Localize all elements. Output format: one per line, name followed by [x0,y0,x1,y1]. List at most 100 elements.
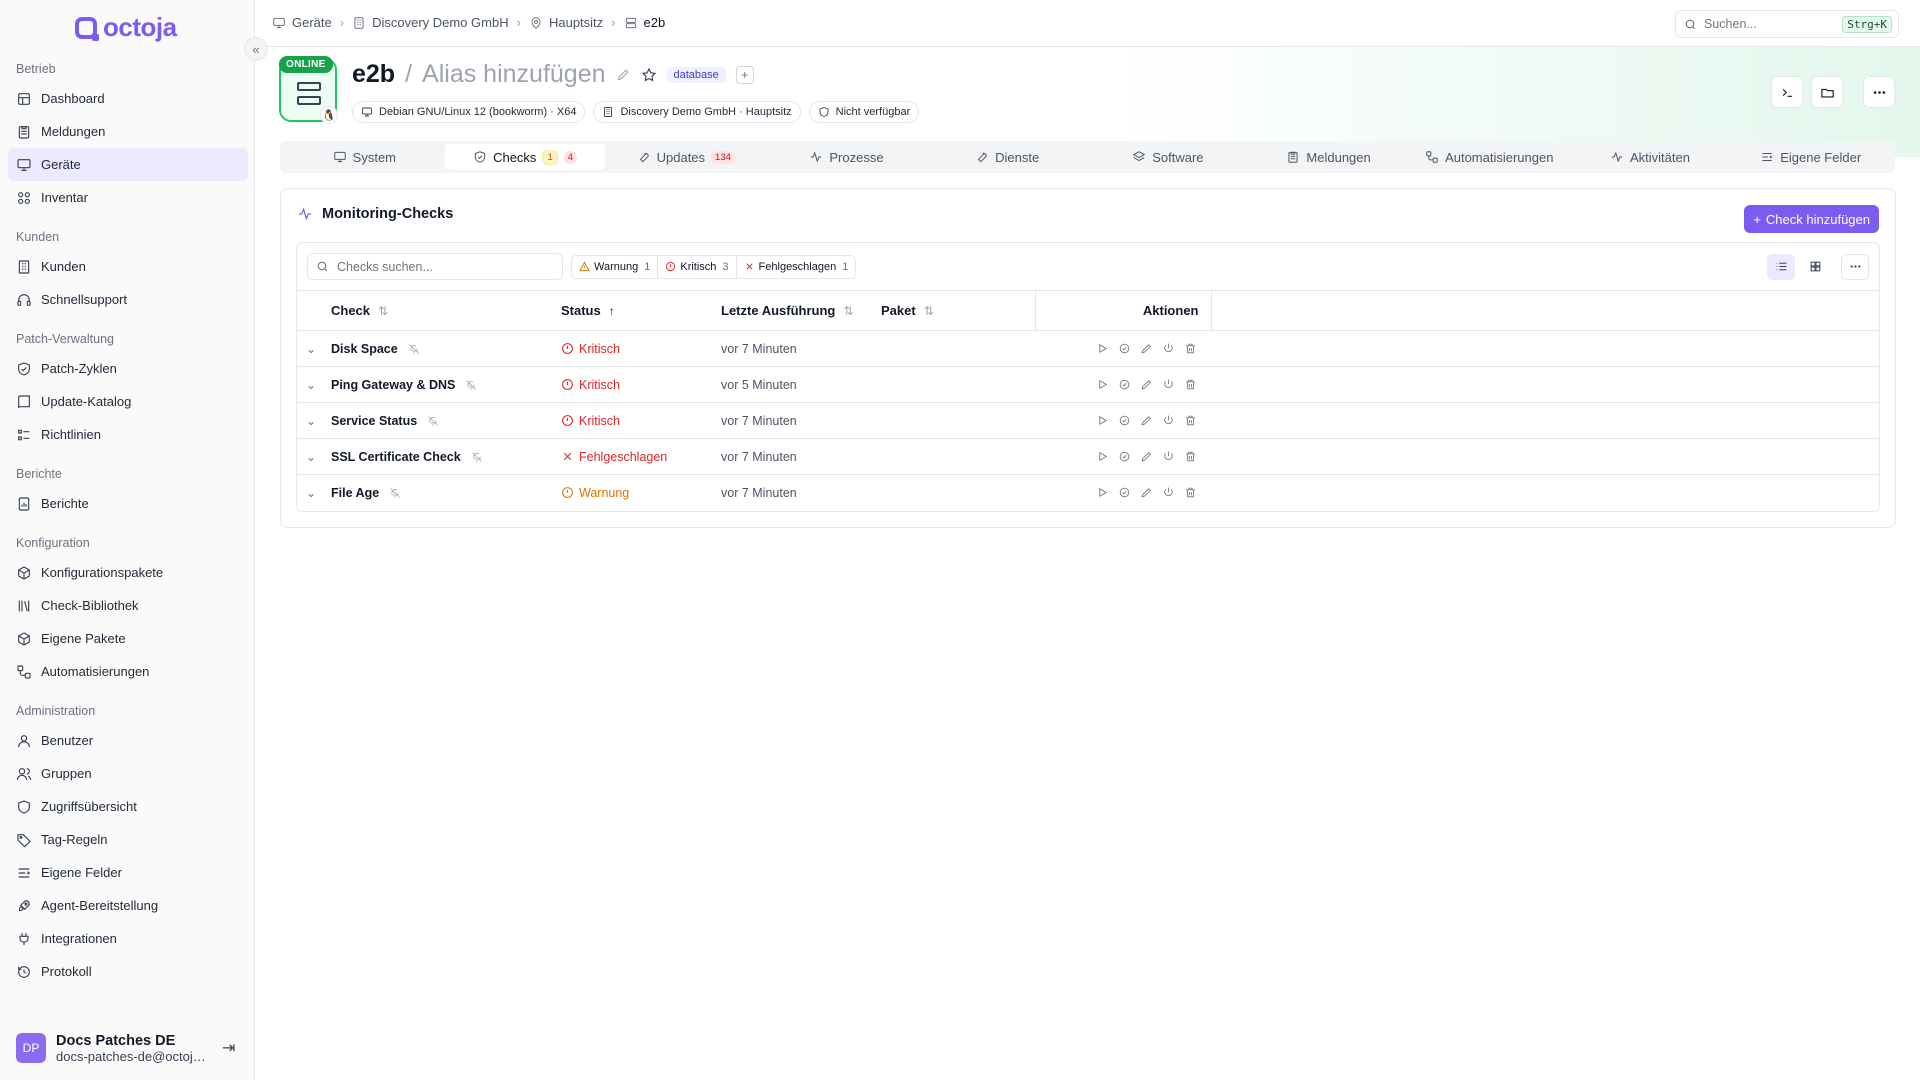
power-icon[interactable] [1162,342,1175,355]
sidebar-item-update-katalog[interactable]: Update-Katalog [8,385,248,418]
sidebar-item-integrationen[interactable]: Integrationen [8,922,248,955]
tab-checks[interactable]: Checks 1 4 [444,144,606,170]
sidebar-item-eigene-felder[interactable]: Eigene Felder [8,856,248,889]
bell-off-icon[interactable] [465,379,477,391]
table-options-button[interactable] [1841,253,1869,280]
edit-alias-icon[interactable] [616,67,631,82]
column-package[interactable]: Paket ⇅ [875,290,1036,331]
table-row[interactable]: ⌄ Disk Space Kritisch vor 7 Minuten [297,330,1879,367]
tab-software[interactable]: Software [1088,144,1249,170]
sidebar-item-kunden[interactable]: Kunden [8,250,248,283]
device-info-chip[interactable]: Nicht verfügbar [808,101,920,123]
edit-icon[interactable] [1140,486,1153,499]
checks-search-input[interactable] [337,259,537,274]
bell-off-icon[interactable] [408,343,420,355]
favorite-star-icon[interactable] [641,67,657,83]
collapse-sidebar-button[interactable]: « [244,37,268,61]
sort-icon[interactable]: ⇅ [924,304,934,318]
device-tag[interactable]: database [666,66,726,83]
device-info-chip[interactable]: Debian GNU/Linux 12 (bookworm) · X64 [352,101,586,123]
run-check-icon[interactable] [1096,414,1109,427]
acknowledge-icon[interactable] [1118,414,1131,427]
add-check-button[interactable]: + Check hinzufügen [1744,205,1879,233]
tab-aktivitäten[interactable]: Aktivitäten [1570,144,1731,170]
run-check-icon[interactable] [1096,378,1109,391]
tab-prozesse[interactable]: Prozesse [766,144,927,170]
edit-icon[interactable] [1140,342,1153,355]
power-icon[interactable] [1162,450,1175,463]
tab-dienste[interactable]: Dienste [927,144,1088,170]
bell-off-icon[interactable] [389,487,401,499]
tab-system[interactable]: System [284,144,445,170]
table-row[interactable]: ⌄ SSL Certificate Check Fehlgeschlagen v… [297,438,1879,475]
bell-off-icon[interactable] [427,415,439,427]
sidebar-item-zugriffsübersicht[interactable]: Zugriffsübersicht [8,790,248,823]
sort-icon[interactable]: ⇅ [843,304,853,318]
acknowledge-icon[interactable] [1118,342,1131,355]
edit-icon[interactable] [1140,378,1153,391]
column-status[interactable]: Status ↑ [555,290,715,331]
checks-search[interactable] [307,253,563,280]
column-check[interactable]: Check ⇅ [325,290,555,331]
power-icon[interactable] [1162,486,1175,499]
list-view-button[interactable] [1767,253,1795,280]
more-actions-button[interactable] [1863,76,1895,108]
expand-chevron-icon[interactable]: ⌄ [297,438,325,475]
sidebar-item-patch-zyklen[interactable]: Patch-Zyklen [8,352,248,385]
sidebar-item-check-bibliothek[interactable]: Check-Bibliothek [8,589,248,622]
tab-meldungen[interactable]: Meldungen [1248,144,1409,170]
delete-icon[interactable] [1184,342,1197,355]
sidebar-item-benutzer[interactable]: Benutzer [8,724,248,757]
sidebar-item-dashboard[interactable]: Dashboard [8,82,248,115]
breadcrumb-item[interactable]: Geräte [272,15,332,30]
sidebar-item-geräte[interactable]: Geräte [8,148,248,181]
expand-chevron-icon[interactable]: ⌄ [297,366,325,403]
delete-icon[interactable] [1184,486,1197,499]
filter-kritisch[interactable]: Kritisch 3 [658,255,737,278]
sidebar-item-inventar[interactable]: Inventar [8,181,248,214]
expand-chevron-icon[interactable]: ⌄ [297,402,325,439]
breadcrumb-item[interactable]: Hauptsitz [529,15,603,30]
table-row[interactable]: ⌄ Service Status Kritisch vor 7 Minuten [297,402,1879,439]
sidebar-item-gruppen[interactable]: Gruppen [8,757,248,790]
sidebar-item-richtlinien[interactable]: Richtlinien [8,418,248,451]
edit-icon[interactable] [1140,414,1153,427]
add-tag-button[interactable]: + [735,65,754,84]
user-profile[interactable]: DP Docs Patches DE docs-patches-de@octoj… [16,1030,246,1066]
run-check-icon[interactable] [1096,342,1109,355]
grid-view-button[interactable] [1801,254,1829,280]
acknowledge-icon[interactable] [1118,378,1131,391]
device-info-chip[interactable]: Discovery Demo GmbH · Hauptsitz [593,101,801,123]
sidebar-item-konfigurationspakete[interactable]: Konfigurationspakete [8,556,248,589]
acknowledge-icon[interactable] [1118,486,1131,499]
run-check-icon[interactable] [1096,486,1109,499]
expand-chevron-icon[interactable]: ⌄ [297,475,325,511]
sidebar-item-protokoll[interactable]: Protokoll [8,955,248,988]
bell-off-icon[interactable] [471,451,483,463]
tab-updates[interactable]: Updates 134 [605,144,766,170]
alias-placeholder[interactable]: Alias hinzufügen [422,60,605,89]
table-row[interactable]: ⌄ File Age Warnung vor 7 Minuten [297,475,1879,511]
octoja-logo[interactable]: octoja [75,12,177,43]
table-row[interactable]: ⌄ Ping Gateway & DNS Kritisch vor 5 Minu… [297,366,1879,403]
sidebar-item-tag-regeln[interactable]: Tag-Regeln [8,823,248,856]
filter-warnung[interactable]: Warnung 1 [572,255,659,278]
edit-icon[interactable] [1140,450,1153,463]
power-icon[interactable] [1162,378,1175,391]
sidebar-item-schnellsupport[interactable]: Schnellsupport [8,283,248,316]
sidebar-item-meldungen[interactable]: Meldungen [8,115,248,148]
acknowledge-icon[interactable] [1118,450,1131,463]
delete-icon[interactable] [1184,450,1197,463]
sort-asc-icon[interactable]: ↑ [609,304,615,318]
filter-fehlgeschlagen[interactable]: Fehlgeschlagen 1 [737,256,856,278]
breadcrumb-item[interactable]: Discovery Demo GmbH [352,15,509,30]
file-browser-button[interactable] [1811,76,1843,108]
sidebar-item-berichte[interactable]: Berichte [8,487,248,520]
delete-icon[interactable] [1184,414,1197,427]
power-icon[interactable] [1162,414,1175,427]
expand-chevron-icon[interactable]: ⌄ [297,330,325,367]
tab-automatisierungen[interactable]: Automatisierungen [1409,144,1570,170]
sidebar-item-eigene-pakete[interactable]: Eigene Pakete [8,622,248,655]
search-input[interactable] [1704,17,1834,31]
sort-icon[interactable]: ⇅ [378,304,388,318]
